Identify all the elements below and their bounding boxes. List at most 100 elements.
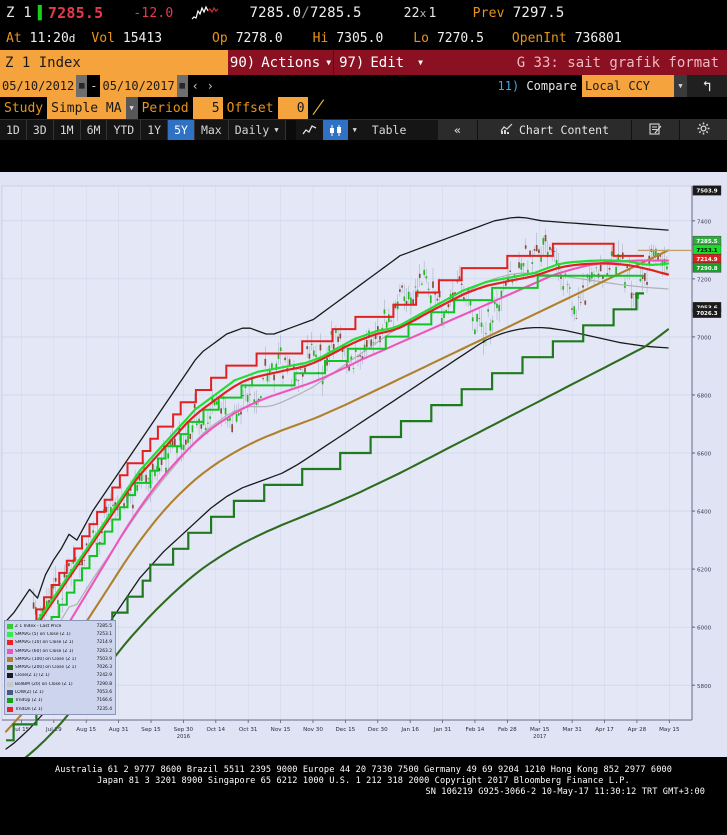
legend-series-value: 7263.2 (96, 648, 112, 654)
candlestick-icon[interactable] (322, 120, 348, 140)
legend-series-label: SMAVG (100) on Close (Z 1) (15, 656, 77, 662)
at-time-label: At (6, 30, 22, 46)
range-button-ytd[interactable]: YTD (107, 120, 142, 140)
period-input[interactable]: 5 (192, 97, 223, 119)
svg-text:Feb 14: Feb 14 (466, 727, 485, 733)
chevron-down-icon[interactable]: ▼ (674, 75, 687, 97)
chart-content-button[interactable]: Chart Content (477, 120, 632, 140)
pencil-icon[interactable]: ╱ (306, 96, 329, 121)
quote-header-row-1: Z 1 ▌ 7285.5 -12.0 7285.0 / 7285.5 22 x … (0, 0, 727, 26)
quote-separator: / (301, 5, 310, 21)
chevron-down-icon: ▼ (274, 126, 279, 134)
edit-menu-button[interactable]: 97) Edit ▼ (333, 50, 428, 75)
study-type-select[interactable]: Simple MA (47, 97, 126, 119)
interval-select[interactable]: Daily ▼ (229, 120, 286, 140)
legend-color-swatch (7, 706, 13, 712)
annotate-icon (649, 122, 662, 138)
legend-row[interactable]: BollBM (20) on Close (Z 1) 7290.8 (6, 680, 114, 688)
range-button-3d[interactable]: 3D (27, 120, 54, 140)
chevron-down-icon[interactable]: ▼ (348, 120, 362, 140)
legend-row[interactable]: SMAVG (60) on Close (Z 1) 7263.2 (6, 647, 114, 655)
range-button-1d[interactable]: 1D (0, 120, 27, 140)
security-field[interactable]: Z 1 Index (0, 50, 228, 75)
start-date-input[interactable]: 05/10/2012 (0, 75, 77, 97)
offset-label: Offset (226, 100, 274, 116)
chart-legend[interactable]: Z 1 Index - Last Price 7285.5 SMAVG (5) on… (4, 620, 116, 716)
actions-menu-number: 90) (229, 54, 256, 71)
legend-series-value: 7053.6 (96, 690, 112, 696)
end-date-input[interactable]: 05/10/2017 (100, 75, 177, 97)
range-button-6m[interactable]: 6M (81, 120, 108, 140)
legend-row[interactable]: LOW(Z) (Z 1) 7053.6 (6, 688, 114, 696)
range-button-group: 1D 3D 1M 6M YTD 1Y 5Y Max (0, 120, 229, 140)
legend-color-swatch (7, 640, 13, 646)
open-label: Op (212, 30, 228, 46)
chevron-down-icon[interactable]: ▼ (125, 97, 138, 119)
legend-row[interactable]: SMAVG (200) on Close (Z 1) 7026.3 (6, 663, 114, 671)
range-button-max[interactable]: Max (195, 120, 229, 140)
svg-text:Jul 15: Jul 15 (13, 727, 30, 733)
legend-row[interactable]: SMAVG (5) on Close (Z 1) 7253.1 (6, 630, 114, 638)
offset-input[interactable]: 0 (277, 97, 308, 119)
legend-color-swatch (7, 698, 13, 704)
svg-text:Sep 15: Sep 15 (141, 727, 161, 733)
end-date-calendar-icon[interactable]: ▦ (176, 75, 188, 97)
gear-icon (697, 122, 710, 138)
svg-text:Dec 15: Dec 15 (336, 727, 356, 733)
svg-text:Feb 28: Feb 28 (498, 727, 517, 733)
currency-select[interactable]: Local CCY (582, 75, 674, 97)
svg-text:Aug 31: Aug 31 (109, 727, 129, 733)
low-value: 7270.5 (436, 30, 484, 46)
collapse-panel-button[interactable]: « (438, 120, 478, 140)
legend-row[interactable]: TrndUp (Z 1) 7166.6 (6, 697, 114, 705)
svg-text:6000: 6000 (697, 626, 712, 632)
footer-line-1: Australia 61 2 9777 8600 Brazil 5511 239… (54, 765, 673, 775)
period-value: 5 (211, 100, 220, 116)
high-value: 7305.0 (336, 30, 384, 46)
svg-text:Sep 30: Sep 30 (174, 727, 194, 733)
price-chart[interactable]: 7400 7200 7000 6800 6600 6400 6200 6000 5800 Jul … (0, 172, 727, 757)
screen-title-area: G 33: sait grafik format (428, 50, 727, 75)
legend-row[interactable]: SMAVG (10) on Close (Z 1) 7214.9 (6, 639, 114, 647)
legend-row[interactable]: TrndDn (Z 1) 7235.4 (6, 705, 114, 713)
undo-button[interactable]: ↰ (687, 75, 727, 97)
legend-row[interactable]: Z 1 Index - Last Price 7285.5 (6, 622, 114, 630)
legend-series-label: SMAVG (60) on Close (Z 1) (15, 648, 74, 654)
date-range-dash: - (90, 79, 98, 93)
compare-label-group[interactable]: 11) Compare (498, 75, 583, 97)
legend-row[interactable]: SMAVG (100) on Close (Z 1) 7503.9 (6, 655, 114, 663)
legend-series-value: 7290.8 (96, 681, 112, 687)
svg-text:Apr 17: Apr 17 (595, 727, 614, 733)
next-period-button[interactable]: › (203, 75, 218, 97)
legend-series-value: 7235.4 (96, 706, 112, 712)
table-view-button[interactable]: Table (362, 120, 417, 140)
start-date-calendar-icon[interactable]: ▦ (76, 75, 88, 97)
svg-text:7000: 7000 (697, 336, 712, 342)
svg-text:Aug 15: Aug 15 (76, 727, 96, 733)
svg-text:Apr 28: Apr 28 (628, 727, 647, 733)
legend-series-label: Z 1 Index - Last Price (15, 623, 62, 629)
svg-text:Oct 31: Oct 31 (239, 727, 258, 733)
compare-number: 11) (497, 79, 520, 93)
quote-last-price: 7285.5 (47, 4, 104, 22)
svg-text:Nov 15: Nov 15 (271, 727, 291, 733)
edit-menu-label: Edit (370, 54, 405, 71)
svg-text:5800: 5800 (697, 684, 712, 690)
actions-menu-button[interactable]: 90) Actions ▼ (228, 50, 333, 75)
legend-row[interactable]: Close(Z 1) (Z 1) 7242.9 (6, 672, 114, 680)
legend-series-label: BollBM (20) on Close (Z 1) (15, 681, 73, 687)
range-button-1y[interactable]: 1Y (141, 120, 169, 140)
svg-text:6400: 6400 (697, 510, 712, 516)
prev-close-value: 7297.5 (512, 5, 565, 21)
range-button-5y[interactable]: 5Y (168, 120, 195, 140)
settings-button[interactable] (680, 120, 727, 140)
prev-period-button[interactable]: ‹ (188, 75, 203, 97)
line-chart-icon[interactable] (296, 120, 323, 140)
quote-bid-size: 22 (403, 5, 420, 21)
quote-ticker: Z 1 (6, 5, 32, 21)
range-button-1m[interactable]: 1M (54, 120, 81, 140)
actions-menu-label: Actions (261, 54, 321, 71)
annotate-button[interactable] (632, 120, 680, 140)
svg-text:Nov 30: Nov 30 (303, 727, 323, 733)
legend-series-value: 7214.9 (96, 640, 112, 646)
